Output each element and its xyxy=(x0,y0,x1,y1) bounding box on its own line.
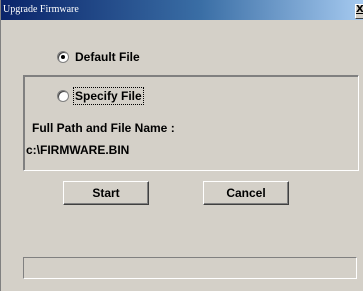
default-file-label: Default File xyxy=(75,50,140,64)
window-title: Upgrade Firmware xyxy=(3,4,79,15)
path-label: Full Path and File Name : xyxy=(32,121,175,135)
path-value: c:\FIRMWARE.BIN xyxy=(26,143,130,157)
specify-file-option[interactable]: Specify File xyxy=(57,87,144,105)
default-file-radio[interactable] xyxy=(57,51,69,63)
title-bar[interactable]: Upgrade Firmware X xyxy=(1,0,363,20)
close-icon: X xyxy=(356,4,363,15)
specify-file-radio[interactable] xyxy=(57,90,69,102)
default-file-option[interactable]: Default File xyxy=(57,50,140,64)
specify-file-label: Specify File xyxy=(73,87,144,105)
cancel-button[interactable]: Cancel xyxy=(203,181,289,205)
start-button[interactable]: Start xyxy=(63,181,149,205)
close-button[interactable]: X xyxy=(355,4,363,19)
status-bar xyxy=(23,257,357,279)
upgrade-firmware-dialog: Upgrade Firmware X Default File Specify … xyxy=(0,0,363,291)
